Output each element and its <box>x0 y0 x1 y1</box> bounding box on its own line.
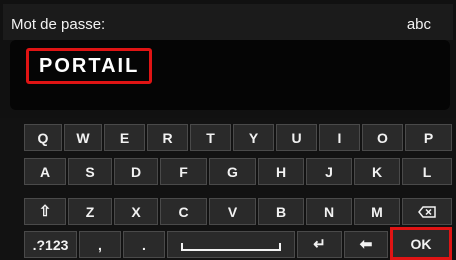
key-y[interactable]: Y <box>233 124 274 151</box>
key-e[interactable]: E <box>104 124 145 151</box>
key-b[interactable]: B <box>258 198 304 225</box>
keyboard-mode-indicator[interactable]: abc <box>407 17 431 33</box>
space-key[interactable] <box>167 231 295 258</box>
key-q[interactable]: Q <box>24 124 62 151</box>
key-f[interactable]: F <box>160 158 207 185</box>
key-p[interactable]: P <box>405 124 452 151</box>
back-arrow-icon: ⬅ <box>359 236 373 253</box>
key-a[interactable]: A <box>24 158 66 185</box>
shift-icon: ⇧ <box>38 203 52 220</box>
key-z[interactable]: Z <box>68 198 112 225</box>
space-bar-icon <box>181 242 281 251</box>
key-r[interactable]: R <box>147 124 188 151</box>
key-m[interactable]: M <box>354 198 400 225</box>
header-bar: Mot de passe: abc <box>3 4 453 40</box>
key-g[interactable]: G <box>209 158 256 185</box>
password-entry-screen: Mot de passe: abc PORTAIL Q W E R T Y U … <box>0 0 456 260</box>
password-value: PORTAIL <box>26 48 153 84</box>
key-t[interactable]: T <box>190 124 231 151</box>
key-v[interactable]: V <box>209 198 256 225</box>
key-o[interactable]: O <box>362 124 403 151</box>
key-x[interactable]: X <box>114 198 158 225</box>
key-comma[interactable]: , <box>79 231 121 258</box>
field-label: Mot de passe: <box>11 16 106 33</box>
key-w[interactable]: W <box>64 124 102 151</box>
key-d[interactable]: D <box>114 158 158 185</box>
backspace-key[interactable] <box>402 198 452 225</box>
key-j[interactable]: J <box>306 158 352 185</box>
key-s[interactable]: S <box>68 158 112 185</box>
key-c[interactable]: C <box>160 198 207 225</box>
symbols-key[interactable]: .?123 <box>24 231 77 258</box>
key-l[interactable]: L <box>402 158 452 185</box>
ok-button[interactable]: OK <box>390 227 452 260</box>
enter-icon: ↵ <box>313 236 326 253</box>
key-k[interactable]: K <box>354 158 400 185</box>
virtual-keyboard: Q W E R T Y U I O P A S D F G H J K L ⇧ … <box>0 118 456 260</box>
shift-key[interactable]: ⇧ <box>24 198 66 225</box>
key-period[interactable]: . <box>123 231 165 258</box>
key-h[interactable]: H <box>258 158 304 185</box>
enter-key[interactable]: ↵ <box>297 231 342 258</box>
key-u[interactable]: U <box>276 124 317 151</box>
backspace-icon <box>418 205 436 218</box>
key-i[interactable]: I <box>319 124 360 151</box>
password-input-field[interactable]: PORTAIL <box>10 40 450 110</box>
back-key[interactable]: ⬅ <box>344 231 388 258</box>
key-n[interactable]: N <box>306 198 352 225</box>
